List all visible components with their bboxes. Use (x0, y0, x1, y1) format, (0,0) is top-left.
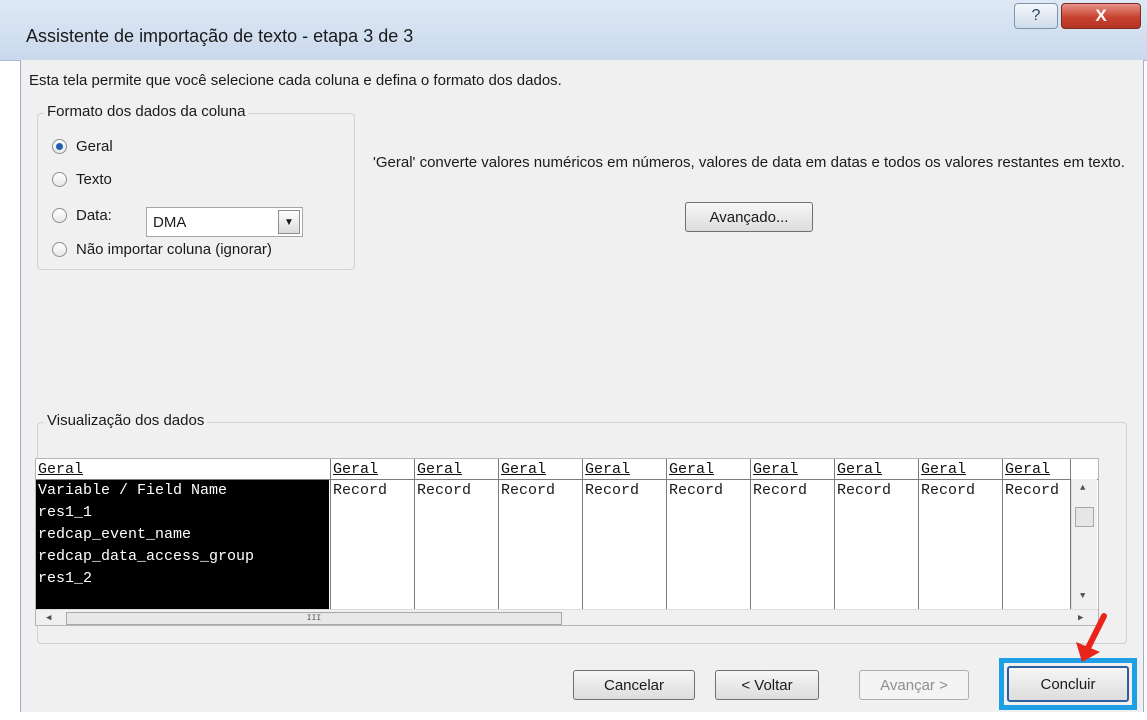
help-icon: ? (1031, 7, 1041, 24)
close-icon: X (1095, 6, 1107, 25)
preview-cell: Record (669, 482, 724, 499)
radio-skip-column-label: Não importar coluna (ignorar) (76, 241, 272, 258)
date-format-value: DMA (153, 214, 187, 231)
column-header[interactable]: Geral (1005, 461, 1050, 478)
column-header[interactable]: Geral (669, 461, 714, 478)
preview-cell: redcap_event_name (38, 526, 192, 543)
preview-cell: Record (585, 482, 640, 499)
column-divider (498, 459, 499, 609)
column-header[interactable]: Geral (333, 461, 378, 478)
radio-date[interactable]: Data: (52, 207, 112, 224)
column-header[interactable]: Geral (753, 461, 798, 478)
column-divider (330, 459, 331, 609)
radio-skip-column[interactable]: Não importar coluna (ignorar) (52, 241, 272, 258)
advanced-button[interactable]: Avançado... (685, 202, 813, 232)
close-button[interactable]: X (1061, 3, 1141, 29)
preview-cell: Variable / Field Name (38, 482, 228, 499)
column-divider (1002, 459, 1003, 609)
radio-button[interactable] (52, 208, 67, 223)
horizontal-scroll-thumb[interactable]: III (66, 612, 562, 625)
scroll-left-icon[interactable]: ◀ (46, 613, 51, 623)
radio-selected-dot (56, 143, 63, 150)
column-header[interactable]: Geral (921, 461, 966, 478)
back-button[interactable]: < Voltar (715, 670, 819, 700)
column-format-group: Formato dos dados da coluna Geral Texto … (37, 103, 355, 270)
chevron-down-icon[interactable]: ▼ (278, 210, 300, 234)
finish-button[interactable]: Concluir (1007, 666, 1129, 702)
horizontal-scrollbar[interactable]: ◀ III ▶ (36, 609, 1098, 625)
scroll-up-icon[interactable]: ▲ (1080, 483, 1085, 493)
preview-cell: res1_2 (38, 570, 93, 587)
preview-cell: res1_1 (38, 504, 93, 521)
date-format-select[interactable]: DMA ▼ (146, 207, 303, 237)
column-divider (834, 459, 835, 609)
column-header[interactable]: Geral (585, 461, 630, 478)
radio-general-label: Geral (76, 138, 113, 155)
preview-cell: Record (501, 482, 556, 499)
window-title: Assistente de importação de texto - etap… (26, 26, 414, 46)
preview-cell: Record (417, 482, 472, 499)
radio-button[interactable] (52, 139, 67, 154)
column-divider (666, 459, 667, 609)
column-divider (414, 459, 415, 609)
preview-cell: Record (921, 482, 976, 499)
selected-column[interactable]: Variable / Field Name res1_1 redcap_even… (36, 480, 329, 610)
preview-cell: Record (333, 482, 388, 499)
next-button[interactable]: Avançar > (859, 670, 969, 700)
radio-text-label: Texto (76, 171, 112, 188)
title-bar: Assistente de importação de texto - etap… (0, 0, 1147, 61)
column-header[interactable]: Geral (501, 461, 546, 478)
column-divider (582, 459, 583, 609)
vertical-scroll-thumb[interactable] (1075, 507, 1094, 527)
radio-general[interactable]: Geral (52, 138, 113, 155)
annotation-arrow-icon (1076, 613, 1107, 662)
scroll-down-icon[interactable]: ▼ (1080, 591, 1085, 601)
column-header[interactable]: Geral (38, 461, 83, 478)
help-button[interactable]: ? (1014, 3, 1058, 29)
scroll-grip-icon: III (306, 614, 322, 623)
dialog-body: Esta tela permite que você selecione cad… (20, 60, 1144, 712)
intro-text: Esta tela permite que você selecione cad… (29, 72, 562, 89)
vertical-scrollbar[interactable]: ▲ ▼ (1071, 479, 1097, 609)
preview-cell: Record (837, 482, 892, 499)
cancel-button[interactable]: Cancelar (573, 670, 695, 700)
radio-text[interactable]: Texto (52, 171, 112, 188)
column-divider (918, 459, 919, 609)
format-description: 'Geral' converte valores numéricos em nú… (373, 154, 1125, 171)
column-divider (750, 459, 751, 609)
preview-cell: Record (1005, 482, 1060, 499)
column-header[interactable]: Geral (417, 461, 462, 478)
column-header[interactable]: Geral (837, 461, 882, 478)
data-preview-label: Visualização dos dados (44, 412, 208, 429)
column-format-label: Formato dos dados da coluna (44, 103, 249, 120)
data-preview-grid[interactable]: Geral Geral Geral Geral Geral Geral Gera… (35, 458, 1099, 626)
preview-cell: redcap_data_access_group (38, 548, 255, 565)
radio-date-label: Data: (76, 207, 112, 224)
preview-cell: Record (753, 482, 808, 499)
radio-button[interactable] (52, 242, 67, 257)
radio-button[interactable] (52, 172, 67, 187)
